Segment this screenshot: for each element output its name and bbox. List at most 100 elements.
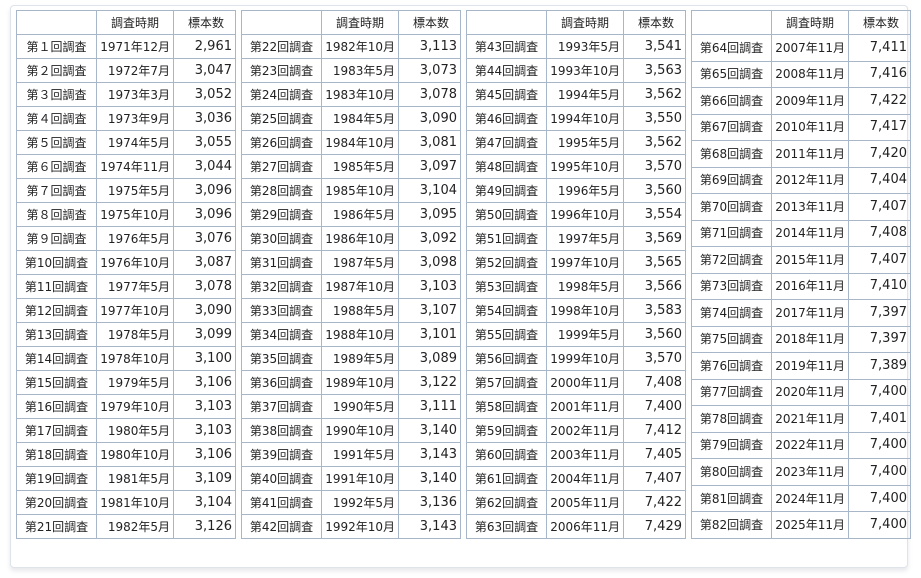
sample-size-cell: 3,554	[623, 202, 686, 227]
table-row: 第13回調査 1978年5月 3,099	[16, 322, 236, 347]
table-row: 第51回調査 1997年5月 3,569	[466, 226, 686, 251]
survey-period-cell: 2017年11月	[771, 299, 849, 327]
survey-period-cell: 1998年5月	[546, 274, 624, 299]
table-row: 第66回調査 2009年11月 7,422	[691, 87, 911, 115]
survey-name-cell: 第49回調査	[466, 178, 547, 203]
table-row: 第71回調査 2014年11月 7,408	[691, 219, 911, 248]
sample-size-cell: 7,416	[848, 60, 911, 89]
survey-name-cell: 第44回調査	[466, 58, 547, 83]
table-row: 第79回調査 2022年11月 7,400	[691, 431, 911, 460]
survey-name-cell: 第41回調査	[241, 490, 322, 515]
column-header-period: 調査時期	[771, 10, 849, 35]
survey-period-cell: 1997年5月	[546, 226, 624, 251]
sample-size-cell: 2,961	[173, 34, 236, 59]
survey-name-cell: 第62回調査	[466, 490, 547, 515]
survey-name-cell: 第69回調査	[691, 166, 772, 195]
table-row: 第53回調査 1998年5月 3,566	[466, 274, 686, 299]
survey-period-cell: 1975年10月	[96, 202, 174, 227]
survey-name-cell: 第75回調査	[691, 325, 772, 354]
survey-period-cell: 2012年11月	[771, 166, 849, 195]
survey-name-cell: 第76回調査	[691, 352, 772, 380]
table-row: 第56回調査 1999年10月 3,570	[466, 346, 686, 371]
table-row: 第82回調査 2025年11月 7,400	[691, 511, 911, 539]
table-row: 第41回調査 1992年5月 3,136	[241, 490, 461, 515]
survey-period-cell: 1972年7月	[96, 58, 174, 83]
sample-size-cell: 3,109	[173, 466, 236, 491]
sample-size-cell: 3,136	[398, 490, 461, 515]
sample-size-cell: 3,143	[398, 442, 461, 467]
table-row: 第７回調査 1975年5月 3,096	[16, 178, 236, 203]
survey-period-cell: 2013年11月	[771, 193, 849, 221]
survey-name-cell: 第６回調査	[16, 154, 97, 179]
survey-period-cell: 1990年5月	[321, 394, 399, 419]
survey-name-cell: 第29回調査	[241, 202, 322, 227]
survey-period-cell: 2011年11月	[771, 140, 849, 168]
survey-period-cell: 2014年11月	[771, 219, 849, 248]
table-row: 第76回調査 2019年11月 7,389	[691, 352, 911, 380]
sample-size-cell: 3,103	[173, 394, 236, 419]
survey-name-cell: 第18回調査	[16, 442, 97, 467]
survey-name-cell: 第19回調査	[16, 466, 97, 491]
survey-period-cell: 1999年5月	[546, 322, 624, 347]
table-row: 第49回調査 1996年5月 3,560	[466, 178, 686, 203]
survey-name-cell: 第65回調査	[691, 60, 772, 89]
sample-size-cell: 3,036	[173, 106, 236, 131]
table-row: 第38回調査 1990年10月 3,140	[241, 418, 461, 443]
sample-size-cell: 3,073	[398, 58, 461, 83]
survey-period-cell: 2021年11月	[771, 405, 849, 433]
sample-size-cell: 7,417	[848, 113, 911, 142]
sample-size-cell: 3,078	[173, 274, 236, 299]
survey-period-cell: 1977年5月	[96, 274, 174, 299]
survey-name-cell: 第63回調査	[466, 514, 547, 539]
survey-name-cell: 第36回調査	[241, 370, 322, 395]
survey-period-cell: 2023年11月	[771, 458, 849, 486]
survey-name-cell: 第24回調査	[241, 82, 322, 107]
sample-size-cell: 3,107	[398, 298, 461, 323]
survey-name-cell: 第40回調査	[241, 466, 322, 491]
survey-name-cell: 第37回調査	[241, 394, 322, 419]
survey-period-cell: 1995年5月	[546, 130, 624, 155]
survey-period-cell: 2022年11月	[771, 431, 849, 460]
survey-name-cell: 第74回調査	[691, 299, 772, 327]
survey-name-cell: 第56回調査	[466, 346, 547, 371]
survey-name-cell: 第53回調査	[466, 274, 547, 299]
table-row: 第23回調査 1983年5月 3,073	[241, 58, 461, 83]
survey-name-cell: 第67回調査	[691, 113, 772, 142]
survey-name-cell: 第42回調査	[241, 514, 322, 539]
survey-period-cell: 1987年10月	[321, 274, 399, 299]
survey-period-cell: 2024年11月	[771, 484, 849, 513]
survey-name-cell: 第79回調査	[691, 431, 772, 460]
survey-period-cell: 2009年11月	[771, 87, 849, 115]
table-row: 第28回調査 1985年10月 3,104	[241, 178, 461, 203]
survey-period-cell: 1996年5月	[546, 178, 624, 203]
survey-period-cell: 1994年5月	[546, 82, 624, 107]
sample-size-cell: 3,052	[173, 82, 236, 107]
survey-name-cell: 第33回調査	[241, 298, 322, 323]
table-row: 第81回調査 2024年11月 7,400	[691, 484, 911, 513]
table-row: 第11回調査 1977年5月 3,078	[16, 274, 236, 299]
survey-name-cell: 第11回調査	[16, 274, 97, 299]
table-row: 第45回調査 1994年5月 3,562	[466, 82, 686, 107]
column-header-sample: 標本数	[848, 10, 911, 35]
survey-name-cell: 第27回調査	[241, 154, 322, 179]
survey-period-cell: 1987年5月	[321, 250, 399, 275]
table-row: 第33回調査 1988年5月 3,107	[241, 298, 461, 323]
sample-size-cell: 3,101	[398, 322, 461, 347]
table-row: 第40回調査 1991年10月 3,140	[241, 466, 461, 491]
survey-name-cell: 第12回調査	[16, 298, 97, 323]
survey-period-cell: 2019年11月	[771, 352, 849, 380]
table-row: 第74回調査 2017年11月 7,397	[691, 299, 911, 327]
survey-list-panel: 調査時期 標本数 第１回調査 1971年12月 2,961 第２回調査 1972年7月 3,0…	[10, 5, 911, 568]
survey-name-cell: 第26回調査	[241, 130, 322, 155]
survey-name-cell: 第51回調査	[466, 226, 547, 251]
sample-size-cell: 3,097	[398, 154, 461, 179]
survey-name-cell: 第16回調査	[16, 394, 97, 419]
survey-period-cell: 1990年10月	[321, 418, 399, 443]
survey-period-cell: 1992年5月	[321, 490, 399, 515]
table-row: 第３回調査 1973年3月 3,052	[16, 82, 236, 107]
table-row: 第80回調査 2023年11月 7,400	[691, 458, 911, 486]
sample-size-cell: 7,397	[848, 325, 911, 354]
survey-name-cell: 第25回調査	[241, 106, 322, 131]
survey-period-cell: 1989年10月	[321, 370, 399, 395]
table-row: 第35回調査 1989年5月 3,089	[241, 346, 461, 371]
